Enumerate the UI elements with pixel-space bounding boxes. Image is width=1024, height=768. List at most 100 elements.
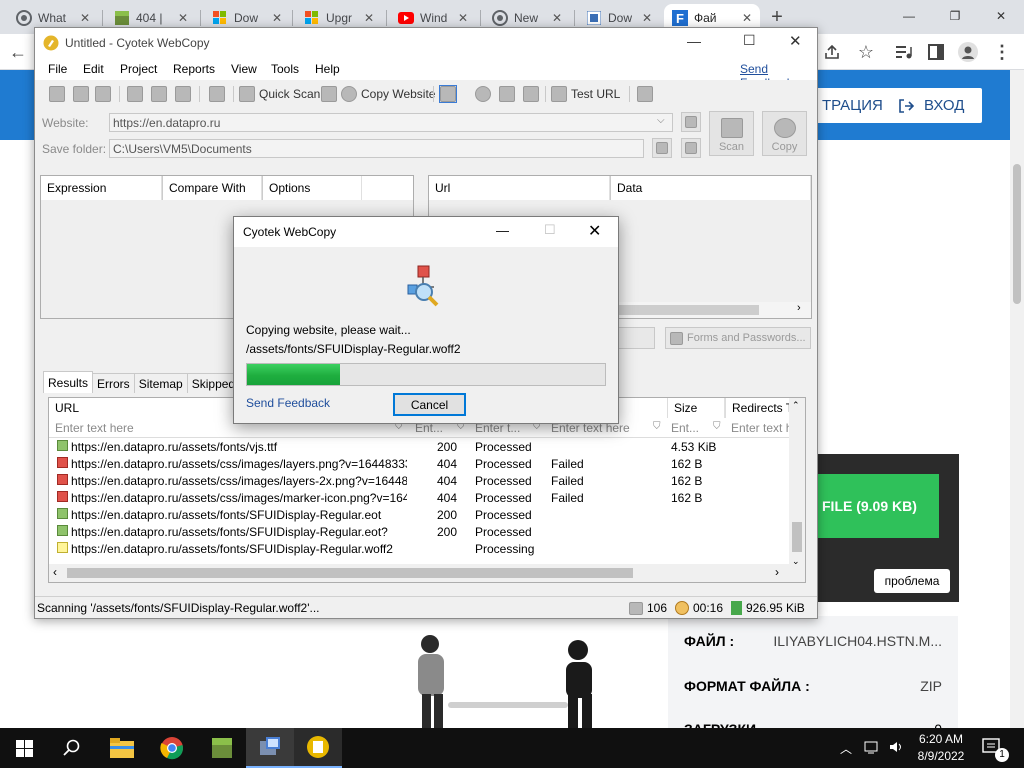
save-project-icon[interactable] [95,85,111,103]
clock-time[interactable]: 6:20 AM [916,732,966,746]
copy-button[interactable]: Copy [762,111,807,156]
scroll-left-icon[interactable]: ‹ [53,565,57,579]
new-project-icon[interactable] [49,85,65,103]
share-icon[interactable] [822,42,842,62]
filter-redirects[interactable]: Enter text h [731,421,789,435]
close-tab-icon[interactable]: ✕ [552,11,562,25]
clock-date[interactable]: 8/9/2022 [914,749,968,763]
new-tab-button[interactable]: + [766,6,788,28]
column-url[interactable]: Url [429,176,610,200]
table-row[interactable]: https://en.datapro.ru/assets/fonts/SFUID… [49,507,789,524]
close-tab-icon[interactable]: ✕ [642,11,652,25]
save-folder-input[interactable]: C:\Users\VM5\Documents [109,139,644,158]
scroll-up-icon[interactable]: ⌃ [792,400,800,411]
tray-chevron-icon[interactable]: ︿ [840,740,852,757]
register-button[interactable]: ТРАЦИЯ [808,88,888,123]
close-tab-icon[interactable]: ✕ [178,11,188,25]
table-row[interactable]: https://en.datapro.ru/assets/css/images/… [49,473,789,490]
dropdown-chevron-icon[interactable]: ⌵ [657,115,665,126]
tab-results[interactable]: Results [43,371,94,393]
taskbar-chrome[interactable] [148,728,196,768]
scan-button[interactable]: Scan [709,111,754,156]
scroll-right-icon[interactable]: › [797,302,801,314]
filter-size[interactable]: Ent... [671,421,699,435]
close-tab-icon[interactable]: ✕ [742,11,752,25]
results-vertical-scrollbar[interactable]: ⌃ ⌄ [789,398,805,582]
taskbar-file-explorer[interactable] [98,728,146,768]
minimize-icon[interactable]: — [886,0,932,32]
close-icon[interactable]: ✕ [789,32,802,50]
tab-sitemap[interactable]: Sitemap [133,373,188,393]
close-tab-icon[interactable]: ✕ [458,11,468,25]
table-row[interactable]: https://en.datapro.ru/assets/fonts/vjs.t… [49,439,789,456]
options-icon[interactable] [637,85,653,103]
start-button[interactable] [0,728,48,768]
column-size[interactable]: Size [667,398,725,418]
minimize-icon[interactable]: — [496,223,509,238]
dialog-send-feedback-link[interactable]: Send Feedback [246,396,330,410]
table-row[interactable]: https://en.datapro.ru/assets/fonts/SFUID… [49,541,789,558]
toggle-view-icon[interactable] [439,85,457,103]
back-icon[interactable]: ← [8,42,28,62]
bookmark-star-icon[interactable]: ☆ [856,42,876,62]
copy-website-button[interactable]: Copy Website [321,85,435,103]
menu-reports[interactable]: Reports [173,62,215,76]
test-url-button[interactable]: Test URL [551,85,620,103]
open-project-icon[interactable] [73,85,89,103]
column-redirects-to[interactable]: Redirects To [725,398,791,418]
report-problem-button[interactable]: проблема [874,569,950,593]
side-panel-icon[interactable] [926,42,946,62]
media-icon[interactable] [894,42,914,62]
paste-icon[interactable] [175,85,191,103]
website-input[interactable]: https://en.datapro.ru [109,113,673,132]
page-scrollbar[interactable] [1010,70,1024,728]
browse-folder-icon[interactable] [652,138,672,158]
login-button[interactable]: ВХОД [884,88,982,123]
sitemap-icon[interactable] [523,85,539,103]
network-icon[interactable] [864,739,880,755]
filter-icon[interactable]: ⛉ [713,421,721,432]
table-row[interactable]: https://en.datapro.ru/assets/css/images/… [49,490,789,507]
quick-scan-button[interactable]: Quick Scan [239,85,320,103]
taskbar-app[interactable] [294,728,342,768]
scroll-right-icon[interactable]: › [775,565,779,579]
copy-settings-icon[interactable] [209,85,225,103]
close-tab-icon[interactable]: ✕ [272,11,282,25]
menu-kebab-icon[interactable]: ⋮ [992,42,1012,62]
open-folder-icon[interactable] [681,138,701,158]
filter-url[interactable]: Enter text here [55,421,134,435]
taskbar-minecraft[interactable] [198,728,246,768]
close-tab-icon[interactable]: ✕ [80,11,90,25]
column-options[interactable]: Options [262,176,362,200]
cut-icon[interactable] [127,85,143,103]
volume-icon[interactable] [888,739,904,755]
scroll-down-icon[interactable]: ⌄ [792,556,800,567]
maximize-icon[interactable]: ☐ [743,32,756,49]
taskbar-webcopy[interactable] [246,728,294,768]
menu-file[interactable]: File [48,62,67,76]
column-data[interactable]: Data [610,176,811,200]
filter-icon[interactable]: ⛉ [653,421,661,432]
minimize-icon[interactable]: — [687,33,701,49]
list-icon[interactable] [499,85,515,103]
close-icon[interactable]: ✕ [978,0,1024,32]
tab-errors[interactable]: Errors [92,373,135,393]
menu-project[interactable]: Project [120,62,157,76]
results-horizontal-scrollbar[interactable]: ‹ › [49,564,789,582]
menu-edit[interactable]: Edit [83,62,104,76]
search-button[interactable] [48,728,96,768]
copy-icon[interactable] [151,85,167,103]
chart-icon[interactable] [475,85,491,103]
table-row[interactable]: https://en.datapro.ru/assets/css/images/… [49,456,789,473]
close-tab-icon[interactable]: ✕ [364,11,374,25]
forms-passwords-button[interactable]: Forms and Passwords... [665,327,811,349]
profile-icon[interactable] [958,42,978,62]
column-compare-with[interactable]: Compare With [162,176,262,200]
close-icon[interactable]: ✕ [588,221,601,241]
menu-tools[interactable]: Tools [271,62,299,76]
cancel-button[interactable]: Cancel [393,393,466,416]
menu-view[interactable]: View [231,62,257,76]
open-url-icon[interactable] [681,112,701,132]
download-file-button[interactable]: FILE (9.09 KB) [818,474,939,538]
restore-icon[interactable]: ❐ [932,0,978,32]
